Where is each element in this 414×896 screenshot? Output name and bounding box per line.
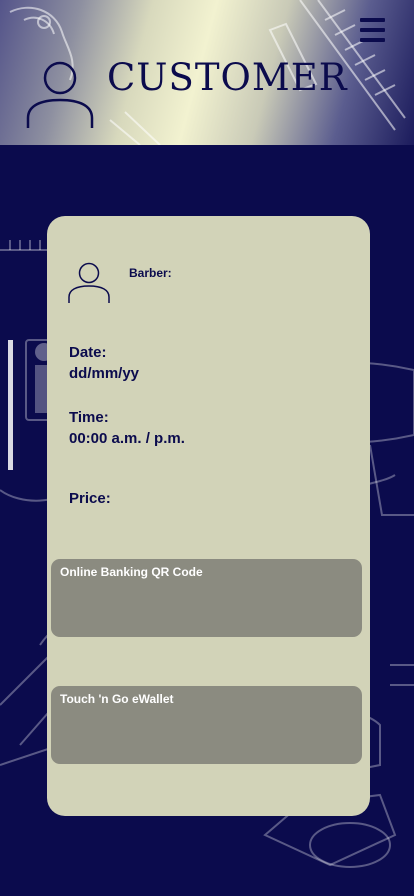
date-value: dd/mm/yy <box>69 365 140 382</box>
barber-label: Barber: <box>129 266 172 280</box>
price-label: Price: <box>69 490 111 507</box>
date-label: Date: <box>69 344 107 361</box>
page-title: CUSTOMER <box>107 56 348 99</box>
barber-avatar-icon <box>68 262 110 303</box>
time-value: 00:00 a.m. / p.m. <box>69 430 185 447</box>
time-label: Time: <box>69 409 109 426</box>
user-avatar-icon <box>26 61 94 128</box>
online-banking-qr-code-box[interactable]: Online Banking QR Code <box>51 559 362 637</box>
hamburger-menu-icon[interactable] <box>360 18 385 42</box>
ewallet-label: Touch 'n Go eWallet <box>60 692 174 706</box>
booking-details-card: Barber: Date: dd/mm/yy Time: 00:00 a.m. … <box>47 216 370 816</box>
touch-n-go-ewallet-box[interactable]: Touch 'n Go eWallet <box>51 686 362 764</box>
header-banner: CUSTOMER <box>0 0 414 145</box>
online-banking-label: Online Banking QR Code <box>60 565 203 579</box>
